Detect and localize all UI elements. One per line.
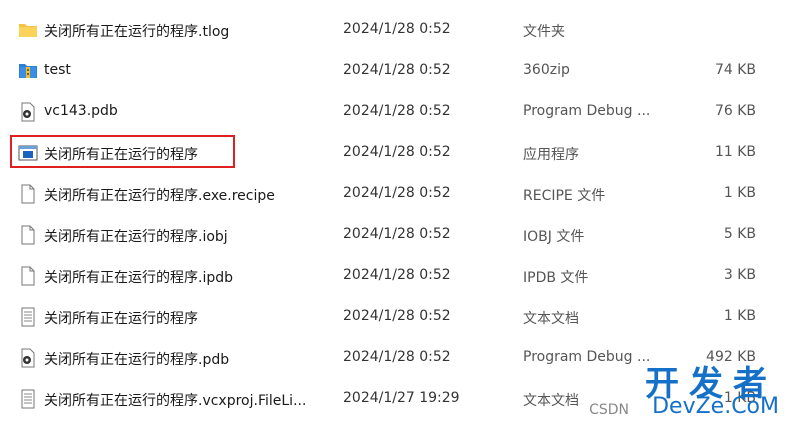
- file-date: 2024/1/28 0:52: [343, 308, 451, 324]
- blank-file-icon: [18, 184, 38, 204]
- text-file-icon: [18, 389, 38, 409]
- file-date: 2024/1/28 0:52: [343, 144, 451, 160]
- file-name: 关闭所有正在运行的程序.vcxproj.FileLi...: [44, 393, 307, 409]
- file-row[interactable]: test 2024/1/28 0:52 360zip 74 KB: [0, 51, 787, 91]
- file-row[interactable]: 关闭所有正在运行的程序.iobj 2024/1/28 0:52 IOBJ 文件 …: [0, 215, 787, 255]
- file-size: 3 KB: [723, 267, 756, 283]
- file-row[interactable]: 关闭所有正在运行的程序.ipdb 2024/1/28 0:52 IPDB 文件 …: [0, 256, 787, 296]
- pdb-file-icon: [18, 102, 38, 122]
- file-type: 360zip: [523, 62, 570, 78]
- file-name: 关闭所有正在运行的程序: [44, 311, 198, 327]
- pdb-file-icon: [18, 348, 38, 368]
- file-row[interactable]: 关闭所有正在运行的程序.tlog 2024/1/28 0:52 文件夹: [0, 10, 787, 50]
- blank-file-icon: [18, 266, 38, 286]
- watermark-site-text: DevZe.CoM: [652, 394, 779, 419]
- file-size: 1 KB: [723, 308, 756, 324]
- file-name: 关闭所有正在运行的程序.iobj: [44, 229, 228, 245]
- highlight-box: [10, 135, 235, 168]
- text-file-icon: [18, 307, 38, 327]
- file-date: 2024/1/28 0:52: [343, 62, 451, 78]
- file-size: 1 KB: [723, 185, 756, 201]
- file-row[interactable]: vc143.pdb 2024/1/28 0:52 Program Debug .…: [0, 92, 787, 132]
- archive-icon: [18, 61, 38, 81]
- file-row[interactable]: 关闭所有正在运行的程序 2024/1/28 0:52 文本文档 1 KB: [0, 297, 787, 337]
- file-date: 2024/1/28 0:52: [343, 267, 451, 283]
- file-size: 5 KB: [723, 226, 756, 242]
- file-date: 2024/1/28 0:52: [343, 21, 451, 37]
- file-size: 76 KB: [714, 103, 756, 119]
- file-name: 关闭所有正在运行的程序.exe.recipe: [44, 188, 275, 204]
- file-name: 关闭所有正在运行的程序.tlog: [44, 24, 230, 40]
- file-size: 11 KB: [714, 144, 756, 160]
- file-name: 关闭所有正在运行的程序.pdb: [44, 352, 230, 368]
- file-date: 2024/1/28 0:52: [343, 226, 451, 242]
- file-date: 2024/1/28 0:52: [343, 349, 451, 365]
- watermark-csdn-text: CSDN: [589, 402, 629, 418]
- file-date: 2024/1/27 19:29: [343, 390, 460, 406]
- file-row[interactable]: 关闭所有正在运行的程序.exe.recipe 2024/1/28 0:52 RE…: [0, 174, 787, 214]
- file-type: IPDB 文件: [523, 270, 589, 286]
- file-type: 应用程序: [523, 147, 579, 163]
- file-type: 文本文档: [523, 311, 579, 327]
- file-name: vc143.pdb: [44, 103, 118, 119]
- file-date: 2024/1/28 0:52: [343, 103, 451, 119]
- watermark: 开发者 CSDN DevZe.CoM: [589, 356, 779, 422]
- file-name: 关闭所有正在运行的程序.ipdb: [44, 270, 233, 286]
- file-type: Program Debug ...: [523, 103, 651, 119]
- folder-icon: [18, 20, 38, 40]
- blank-file-icon: [18, 225, 38, 245]
- file-type: 文件夹: [523, 24, 565, 40]
- file-type: IOBJ 文件: [523, 229, 585, 245]
- file-date: 2024/1/28 0:52: [343, 185, 451, 201]
- file-size: 74 KB: [714, 62, 756, 78]
- file-type: RECIPE 文件: [523, 188, 606, 204]
- file-name: test: [44, 62, 71, 78]
- file-type: 文本文档: [523, 393, 579, 409]
- file-list: 关闭所有正在运行的程序.tlog 2024/1/28 0:52 文件夹 test…: [0, 0, 787, 426]
